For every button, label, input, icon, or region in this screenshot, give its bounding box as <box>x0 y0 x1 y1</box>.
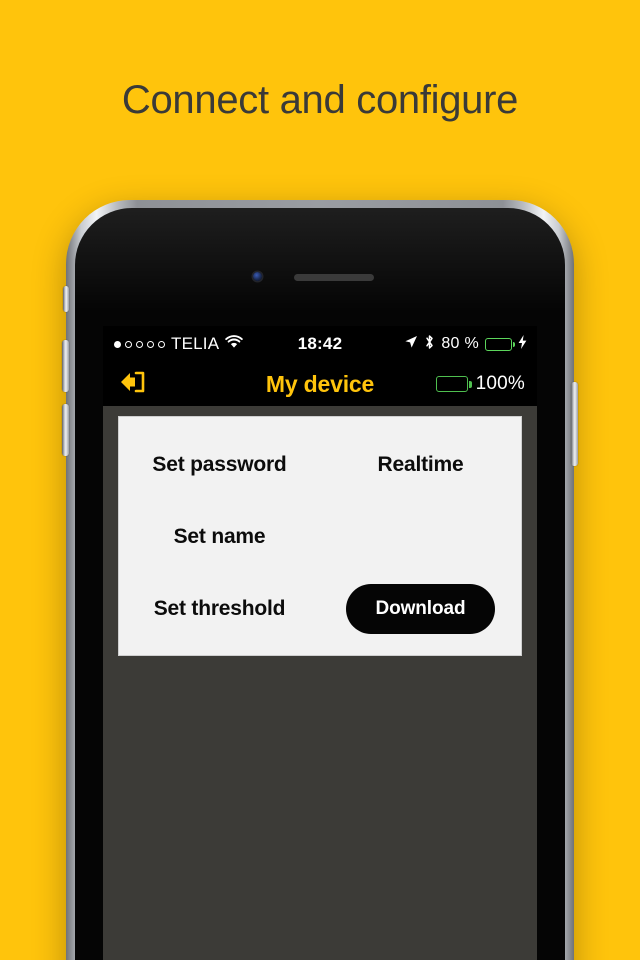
nav-bar: My device 100% <box>103 362 537 406</box>
options-row: Set password Realtime <box>119 429 521 501</box>
status-bar: TELIA 18:42 80 % <box>103 326 537 362</box>
download-cell: Download <box>320 573 521 645</box>
earpiece-speaker-icon <box>294 274 374 281</box>
front-camera-icon <box>253 272 262 281</box>
realtime-button[interactable]: Realtime <box>320 429 521 501</box>
battery-percent-label: 80 % <box>441 335 479 352</box>
mute-switch[interactable] <box>63 286 69 312</box>
nav-battery: 100% <box>435 373 525 395</box>
realtime-label: Realtime <box>377 453 464 476</box>
set-name-label: Set name <box>173 525 266 548</box>
set-threshold-label: Set threshold <box>153 597 286 620</box>
location-arrow-icon <box>404 335 418 354</box>
nav-battery-icon <box>435 376 472 392</box>
empty-cell <box>320 501 521 573</box>
options-row: Set name <box>119 501 521 573</box>
set-threshold-button[interactable]: Set threshold <box>119 573 320 645</box>
clock-label: 18:42 <box>297 334 343 353</box>
back-button[interactable] <box>117 370 147 399</box>
options-row: Set threshold Download <box>119 573 521 645</box>
page-title: Connect and configure <box>121 78 519 122</box>
lightning-bolt-icon <box>518 334 527 354</box>
phone-body: TELIA 18:42 80 % My device 100% Set pass… <box>75 208 565 960</box>
options-panel: Set password Realtime Set name Set thres… <box>118 416 522 656</box>
download-button[interactable]: Download <box>345 584 496 634</box>
phone-gloss <box>75 208 565 328</box>
content-area: Set password Realtime Set name Set thres… <box>103 406 537 960</box>
nav-battery-label: 100% <box>475 373 525 394</box>
set-name-button[interactable]: Set name <box>119 501 320 573</box>
set-password-button[interactable]: Set password <box>119 429 320 501</box>
phone-mockup: TELIA 18:42 80 % My device 100% Set pass… <box>62 200 578 960</box>
volume-down-button[interactable] <box>62 404 69 456</box>
bluetooth-icon <box>424 334 435 355</box>
set-password-label: Set password <box>152 453 287 476</box>
sign-out-icon <box>117 370 147 399</box>
status-bar-right: 80 % <box>404 326 527 362</box>
volume-up-button[interactable] <box>62 340 69 392</box>
battery-icon <box>485 337 515 351</box>
phone-screen: TELIA 18:42 80 % My device 100% Set pass… <box>103 326 537 960</box>
power-button[interactable] <box>571 382 578 466</box>
